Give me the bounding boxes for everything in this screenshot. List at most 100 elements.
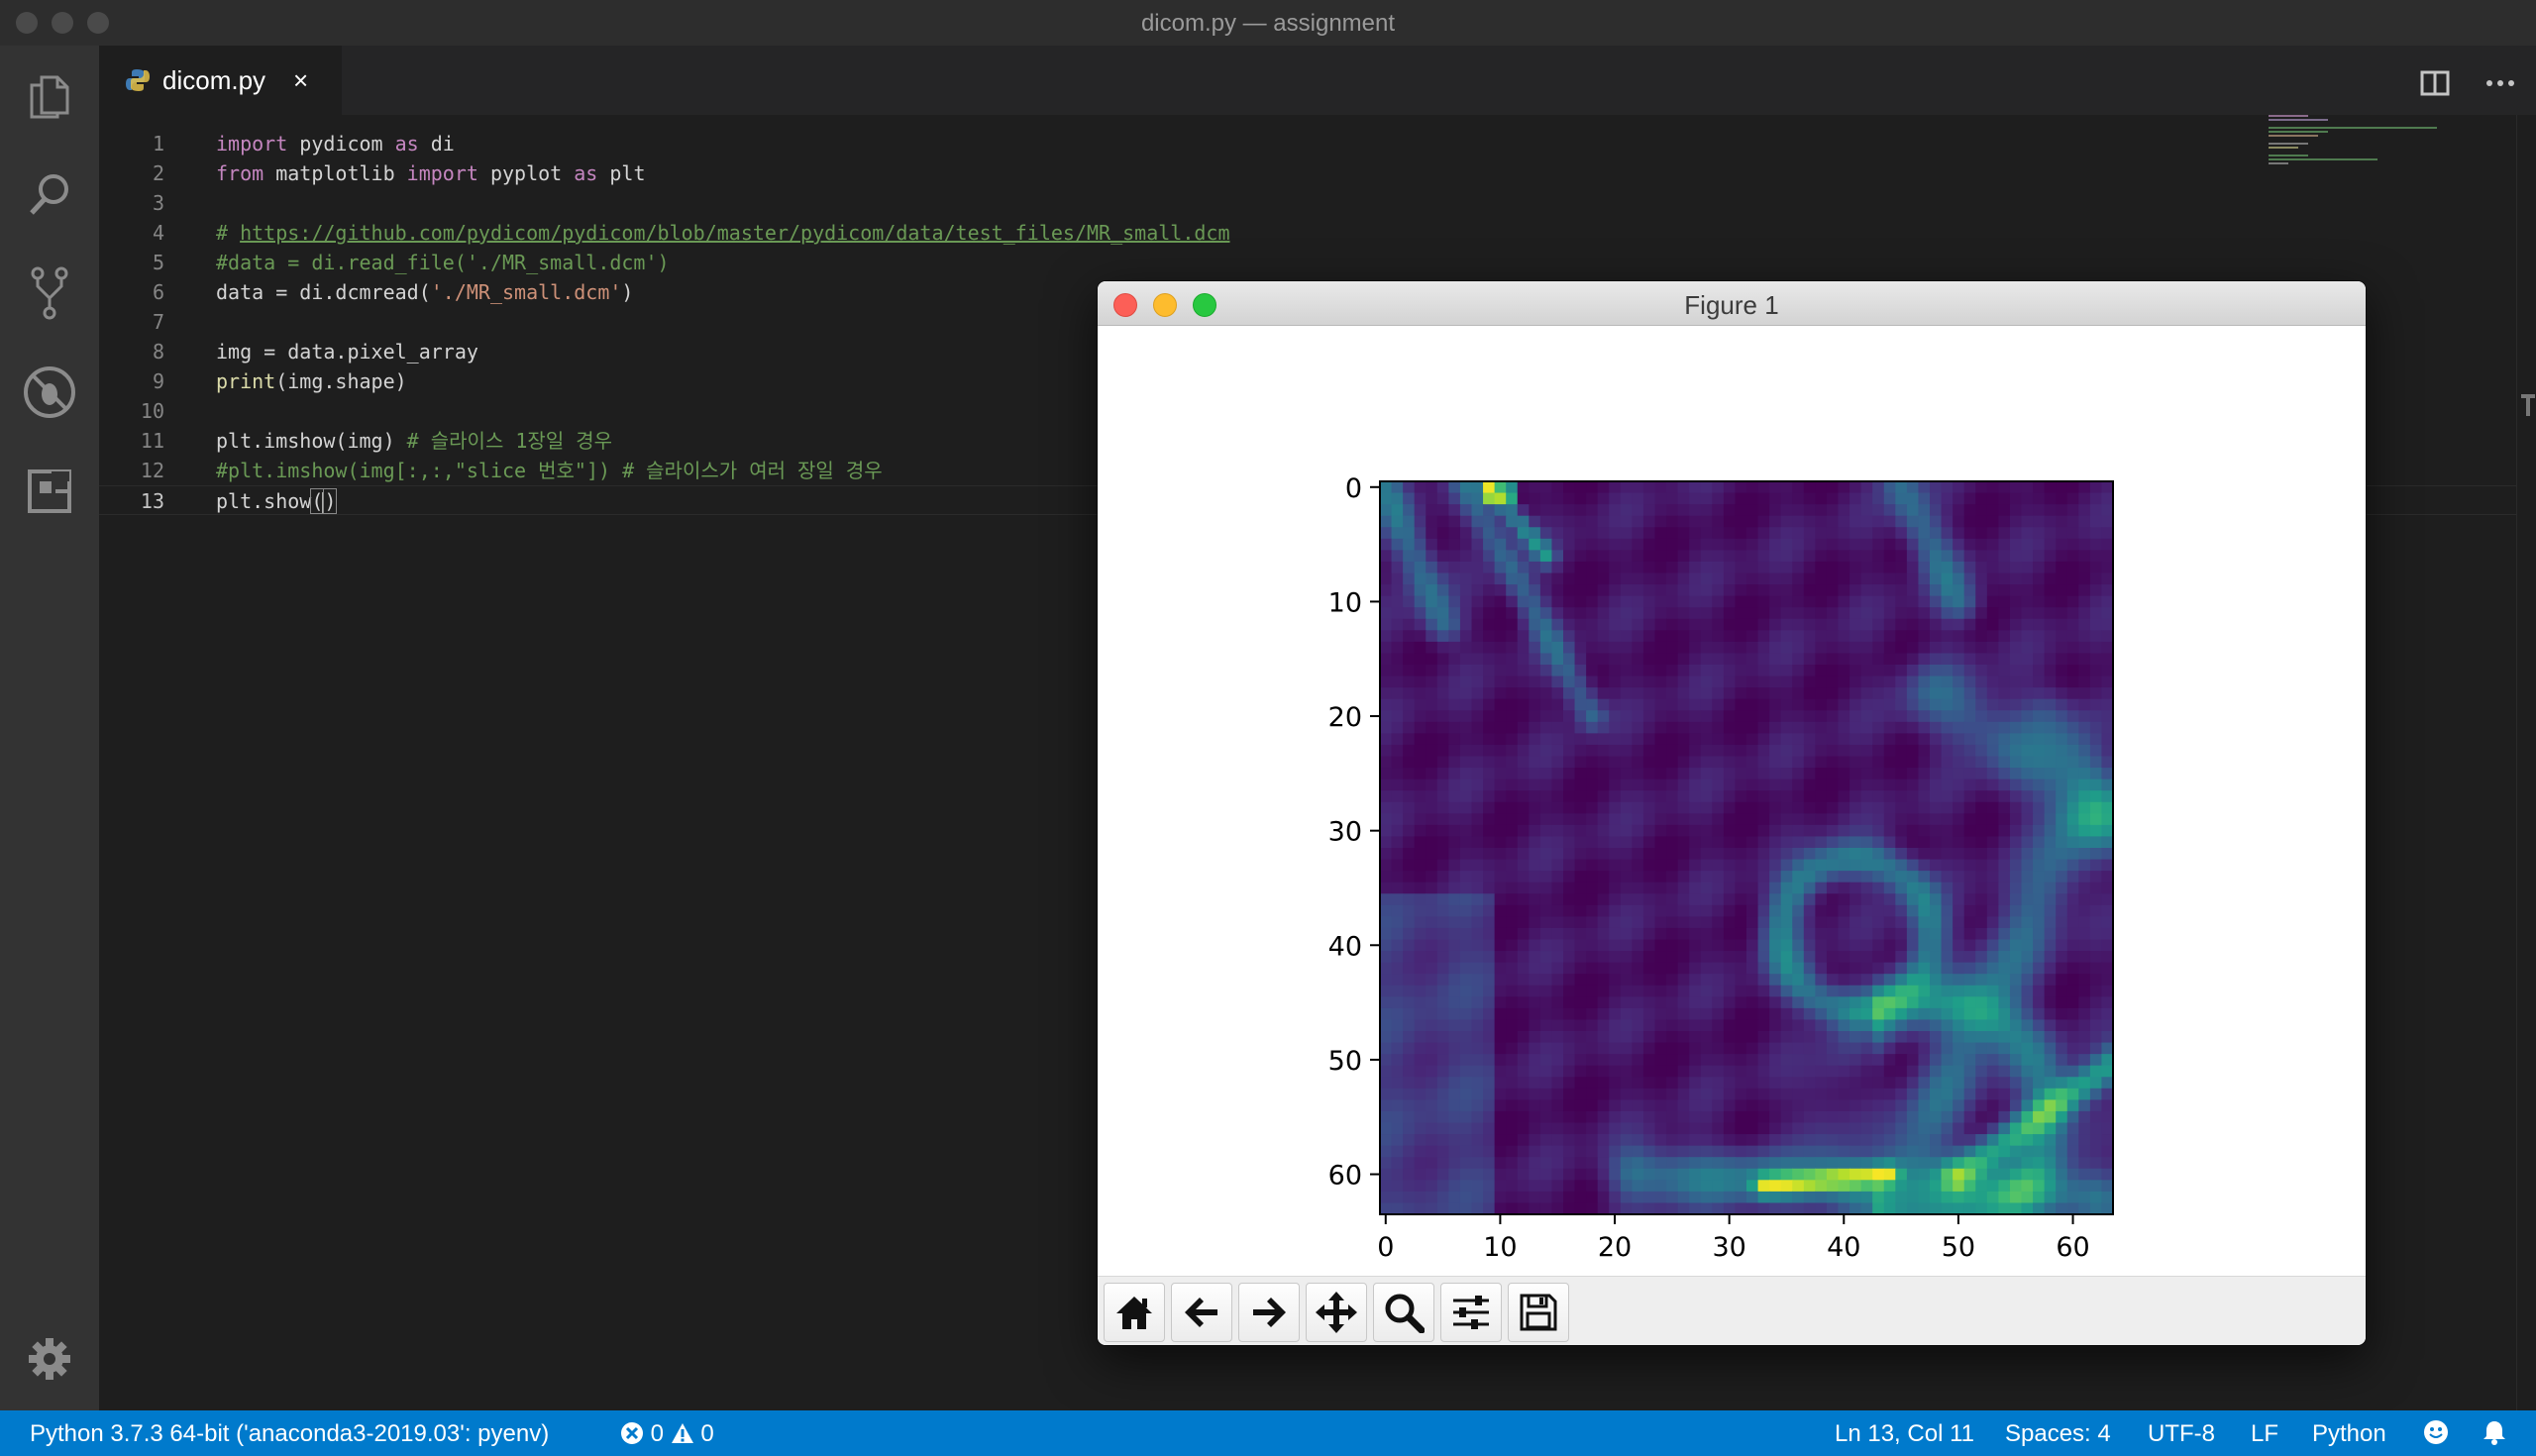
heatmap-cell: [1391, 550, 1404, 563]
configure-subplots-button[interactable]: [1440, 1283, 1502, 1342]
heatmap-cell: [2101, 572, 2114, 585]
heatmap-cell: [1860, 1054, 1873, 1067]
debug-icon[interactable]: [20, 363, 79, 422]
heatmap-cell: [1574, 779, 1587, 791]
pan-button[interactable]: [1306, 1283, 1367, 1342]
heatmap-cell: [1414, 1134, 1426, 1147]
heatmap-cell: [1723, 561, 1737, 574]
heatmap-cell: [1574, 1007, 1587, 1021]
heatmap-cell: [1906, 665, 1920, 677]
heatmap-cell: [2056, 676, 2068, 688]
heatmap-cell: [1792, 584, 1805, 597]
heatmap-cell: [1860, 595, 1873, 608]
heatmap-cell: [1574, 527, 1587, 540]
minimap[interactable]: [2269, 115, 2447, 174]
tab-dicom-py[interactable]: dicom.py ×: [99, 46, 342, 115]
language-mode[interactable]: Python: [2312, 1420, 2386, 1448]
heatmap-cell: [2078, 927, 2091, 941]
editor-scrollbar[interactable]: [2516, 115, 2536, 1410]
settings-gear-icon[interactable]: [20, 1329, 79, 1389]
feedback-smiley-icon[interactable]: [2423, 1419, 2449, 1452]
heatmap-cell: [2021, 836, 2034, 849]
heatmap-cell: [2078, 1088, 2091, 1100]
heatmap-cell: [2021, 916, 2034, 929]
heatmap-cell: [1563, 848, 1576, 861]
encoding-setting[interactable]: UTF-8: [2148, 1420, 2215, 1448]
heatmap-cell: [1769, 665, 1782, 677]
heatmap-cell: [1689, 916, 1702, 929]
heatmap-cell: [1517, 1077, 1530, 1090]
save-button[interactable]: [1508, 1283, 1569, 1342]
notifications-bell-icon[interactable]: [2483, 1419, 2506, 1452]
heatmap-cell: [1883, 779, 1896, 791]
heatmap-cell: [2101, 893, 2114, 906]
source-control-icon[interactable]: [20, 263, 79, 323]
heatmap-cell: [1620, 1007, 1633, 1021]
heatmap-cell: [1506, 893, 1519, 906]
heatmap-cell: [1860, 538, 1873, 551]
heatmap-cell: [2056, 492, 2068, 505]
code-line[interactable]: 2 from matplotlib import pyplot as plt: [99, 158, 2516, 188]
heatmap-cell: [1436, 962, 1449, 975]
heatmap-cell: [1483, 618, 1496, 631]
heatmap-cell: [1620, 1088, 1633, 1100]
heatmap-cell: [1963, 618, 1976, 631]
heatmap-cell: [1654, 801, 1667, 814]
python-interpreter[interactable]: Python 3.7.3 64-bit ('anaconda3-2019.03'…: [30, 1420, 549, 1448]
code-line[interactable]: 5 #data = di.read_file('./MR_small.dcm'): [99, 248, 2516, 277]
explorer-icon[interactable]: [20, 67, 79, 127]
heatmap-cell: [1803, 1134, 1816, 1147]
forward-button[interactable]: [1238, 1283, 1300, 1342]
search-icon[interactable]: [20, 164, 79, 224]
heatmap-cell: [1963, 916, 1976, 929]
heatmap-cell: [1746, 1065, 1759, 1078]
heatmap-cell: [1860, 481, 1873, 494]
code-line[interactable]: 4 # https://github.com/pydicom/pydicom/bl…: [99, 218, 2516, 248]
heatmap-cell: [1815, 550, 1828, 563]
heatmap-cell: [1963, 733, 1976, 746]
code-line[interactable]: 1 import pydicom as di: [99, 129, 2516, 158]
heatmap-cell: [1849, 859, 1862, 872]
heatmap-cell: [1380, 1065, 1393, 1078]
heatmap-cell: [1838, 1019, 1850, 1032]
problems-indicator[interactable]: 0 0: [620, 1420, 714, 1448]
eol-setting[interactable]: LF: [2251, 1420, 2278, 1448]
heatmap-cell: [1941, 618, 1954, 631]
heatmap-cell: [1529, 1134, 1541, 1147]
heatmap-cell: [1426, 1157, 1438, 1170]
zoom-button[interactable]: [1373, 1283, 1434, 1342]
heatmap-cell: [1953, 801, 1965, 814]
tab-close-button[interactable]: ×: [293, 65, 308, 96]
heatmap-cell: [1998, 538, 2011, 551]
heatmap-cell: [1654, 572, 1667, 585]
heatmap-cell: [1815, 1042, 1828, 1055]
indentation-setting[interactable]: Spaces: 4: [2005, 1420, 2111, 1448]
more-actions-icon[interactable]: [2481, 63, 2520, 103]
heatmap-cell: [2066, 768, 2079, 780]
heatmap-cell: [1551, 676, 1564, 688]
line-number: 11: [140, 429, 164, 453]
heatmap-cell: [1849, 607, 1862, 620]
matplotlib-figure-window[interactable]: Figure 1 0 10 20 30 40 50 60 0 10 20 30 40 50 60: [1098, 281, 2366, 1345]
home-button[interactable]: [1104, 1283, 1165, 1342]
heatmap-cell: [1414, 630, 1426, 643]
heatmap-cell: [1517, 1122, 1530, 1135]
heatmap-cell: [2044, 974, 2057, 987]
cursor-position[interactable]: Ln 13, Col 11: [1835, 1420, 1974, 1448]
heatmap-cell: [1459, 1180, 1473, 1193]
heatmap-cell: [1769, 996, 1782, 1009]
code-line[interactable]: 3: [99, 188, 2516, 218]
heatmap-cell: [2044, 653, 2057, 666]
back-button[interactable]: [1171, 1283, 1232, 1342]
split-editor-icon[interactable]: [2415, 63, 2455, 103]
heatmap-cell: [1918, 939, 1931, 952]
image-plot[interactable]: 0 10 20 30 40 50 600102030405060: [1098, 325, 2366, 1276]
heatmap-cell: [1414, 813, 1426, 826]
heatmap-cell: [1403, 481, 1416, 494]
heatmap-cell: [1380, 1122, 1393, 1135]
heatmap-cell: [1700, 939, 1713, 952]
extensions-icon[interactable]: [20, 462, 79, 521]
code-text: plt.imshow(img) # 슬라이스 1장일 경우: [216, 426, 612, 456]
heatmap-cell: [1883, 481, 1896, 494]
heatmap-cell: [2066, 1202, 2079, 1215]
